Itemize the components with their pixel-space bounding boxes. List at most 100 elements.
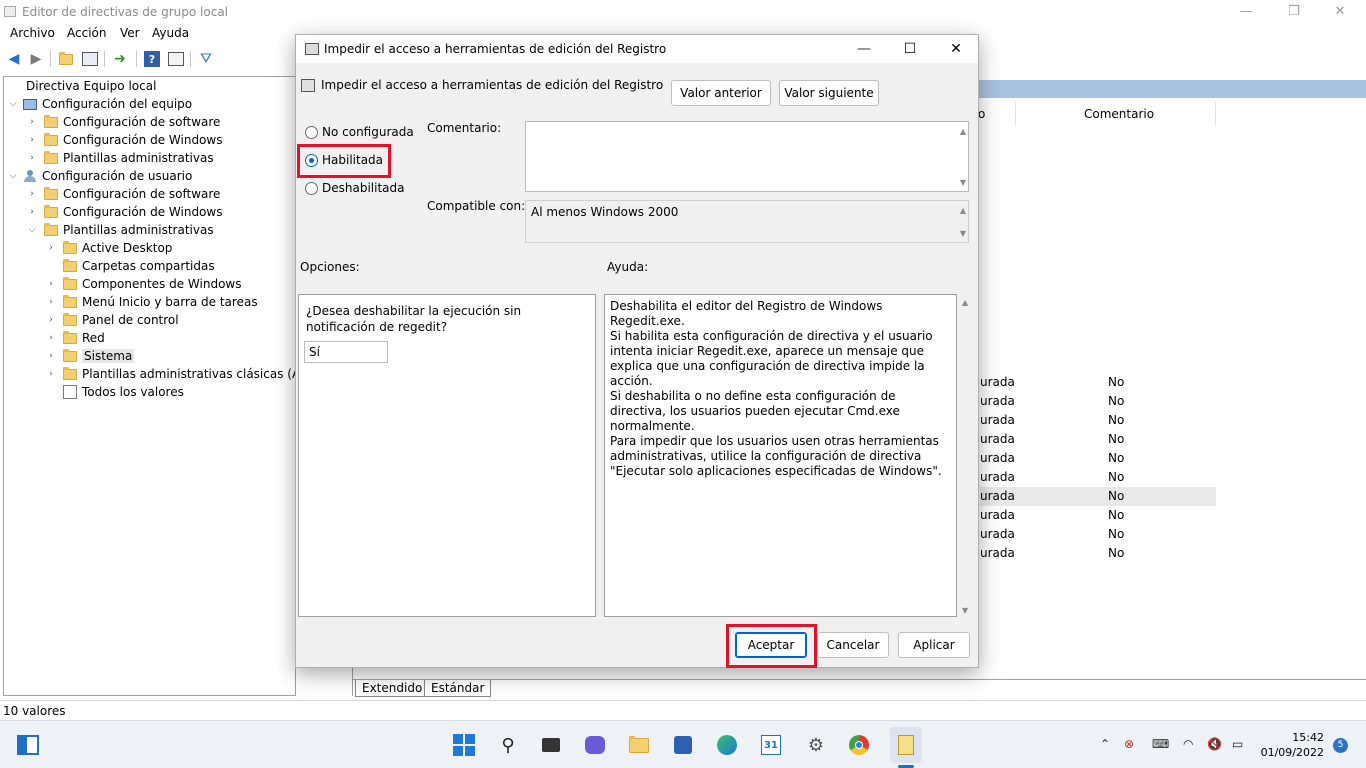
dialog-close-button[interactable]: ✕ [936,39,976,59]
chevron-right-icon[interactable]: › [45,369,57,379]
chevron-right-icon[interactable]: › [45,243,57,253]
wifi-icon[interactable]: ◠ [1183,737,1193,751]
scroll-down-icon[interactable]: ▼ [960,178,966,187]
comment-textarea[interactable]: ▲ ▼ [525,121,969,192]
tree-item-computer-admin-templates[interactable]: › Plantillas administrativas [26,149,214,167]
table-row[interactable]: urada No [980,373,1216,392]
chevron-up-icon[interactable]: ⌃ [1100,737,1110,751]
tree-item-user-windows[interactable]: › Configuración de Windows [26,203,222,221]
calendar-icon[interactable]: 31 [759,733,783,757]
table-row[interactable]: urada No [980,411,1216,430]
show-hide-tree-icon[interactable] [80,49,100,69]
dialog-maximize-button[interactable]: ☐ [890,39,930,59]
cancel-button[interactable]: Cancelar [817,632,889,658]
tree-item-shared-folders[interactable]: Carpetas compartidas [45,257,215,275]
tab-extendido[interactable]: Extendido [355,680,430,697]
table-row[interactable]: urada No [980,430,1216,449]
tree-item-all-values[interactable]: Todos los valores [45,383,184,401]
scroll-up-icon[interactable]: ▲ [962,298,968,307]
scroll-down-icon[interactable]: ▼ [962,606,968,615]
column-header-comment[interactable]: Comentario [1084,107,1154,121]
tab-estandar[interactable]: Estándar [424,680,492,697]
table-row-selected[interactable]: urada No [980,487,1216,506]
scroll-up-icon[interactable]: ▲ [960,206,966,215]
edge-icon[interactable] [715,733,739,757]
restore-button[interactable]: ❐ [1274,2,1314,22]
radio-disabled[interactable]: Deshabilitada [305,181,404,195]
menu-accion[interactable]: Acción [67,26,106,40]
tree-item-system[interactable]: › Sistema [45,347,135,365]
close-button[interactable]: ✕ [1320,2,1360,22]
keyboard-icon[interactable]: ⌨ [1152,737,1169,751]
notification-badge[interactable]: 5 [1333,738,1348,753]
tree-item-start-menu[interactable]: › Menú Inicio y barra de tareas [45,293,258,311]
chevron-right-icon[interactable]: › [45,351,57,361]
table-row[interactable]: urada No [980,468,1216,487]
chevron-down-icon[interactable]: ⌵ [7,171,19,181]
tree-item-windows-components[interactable]: › Componentes de Windows [45,275,242,293]
menu-archivo[interactable]: Archivo [10,26,55,40]
clock[interactable]: 15:42 01/09/2022 [1261,730,1324,760]
table-row[interactable]: urada No [980,392,1216,411]
widgets-icon[interactable] [16,733,40,757]
chevron-right-icon[interactable]: › [45,333,57,343]
table-row[interactable]: urada No [980,525,1216,544]
chat-icon[interactable] [583,733,607,757]
tree-item-computer-windows[interactable]: › Configuración de Windows [26,131,222,149]
radio-button[interactable] [305,125,318,139]
tree-item-computer-config[interactable]: ⌵ Configuración del equipo [7,95,193,113]
chevron-right-icon[interactable]: › [26,189,38,199]
table-row[interactable]: urada No [980,506,1216,525]
forward-arrow-icon[interactable]: ▶ [26,49,46,69]
radio-not-configured[interactable]: No configurada [305,125,414,139]
chevron-right-icon[interactable]: › [45,279,57,289]
back-arrow-icon[interactable]: ◀ [4,49,24,69]
security-alert-icon[interactable]: ⊗ [1124,737,1134,751]
tree-item-network[interactable]: › Red [45,329,105,347]
table-row[interactable]: urada No [980,544,1216,563]
apply-button[interactable]: Aplicar [898,632,970,658]
tree-item-user-software[interactable]: › Configuración de software [26,185,220,203]
chevron-right-icon[interactable]: › [26,153,38,163]
search-icon[interactable]: ⚲ [496,733,520,757]
table-row[interactable]: urada No [980,449,1216,468]
properties-icon[interactable] [166,49,186,69]
option-dropdown[interactable]: Sí ⌵ [304,341,388,363]
settings-icon[interactable]: ⚙ [804,733,828,757]
column-header-state[interactable]: o [978,107,985,121]
tree-item-active-desktop[interactable]: › Active Desktop [45,239,172,257]
export-list-icon[interactable]: ➜ [110,49,130,69]
tree-item-computer-software[interactable]: › Configuración de software [26,113,220,131]
tree-item-user-admin-templates[interactable]: ⌵ Plantillas administrativas [26,221,214,239]
chevron-right-icon[interactable]: › [45,315,57,325]
chevron-right-icon[interactable]: › [26,117,38,127]
tree-item-classic-admin-templates[interactable]: › Plantillas administrativas clásicas (A… [45,365,295,383]
store-icon[interactable] [671,733,695,757]
chevron-right-icon[interactable]: › [26,135,38,145]
filter-icon[interactable]: ⛛ [196,49,216,69]
radio-button[interactable] [305,181,318,195]
tree-item-control-panel[interactable]: › Panel de control [45,311,179,329]
battery-icon[interactable]: ▭ [1232,737,1243,751]
chevron-right-icon[interactable]: › [26,207,38,217]
chevron-down-icon[interactable]: ⌵ [7,99,19,109]
tree-item-user-config[interactable]: ⌵ Configuración de usuario [7,167,193,185]
next-setting-button[interactable]: Valor siguiente [779,80,879,106]
volume-muted-icon[interactable]: 🔇 [1207,737,1222,751]
chevron-right-icon[interactable]: › [45,297,57,307]
chrome-icon[interactable] [847,733,871,757]
menu-ver[interactable]: Ver [120,26,140,40]
chevron-down-icon[interactable]: ⌵ [26,225,38,235]
folder-up-icon[interactable] [56,49,76,69]
scroll-down-icon[interactable]: ▼ [960,229,966,238]
task-view-icon[interactable] [539,733,563,757]
help-icon[interactable]: ? [142,49,162,69]
file-explorer-icon[interactable] [627,733,651,757]
scroll-up-icon[interactable]: ▲ [960,127,966,136]
windows-start-icon[interactable] [452,733,476,757]
tree-item-root[interactable]: Directiva Equipo local [26,77,156,95]
help-scrollbar[interactable]: ▲ ▼ [959,294,973,617]
previous-setting-button[interactable]: Valor anterior [671,80,771,106]
dialog-minimize-icon[interactable]: — [844,39,884,59]
menu-ayuda[interactable]: Ayuda [152,26,189,40]
